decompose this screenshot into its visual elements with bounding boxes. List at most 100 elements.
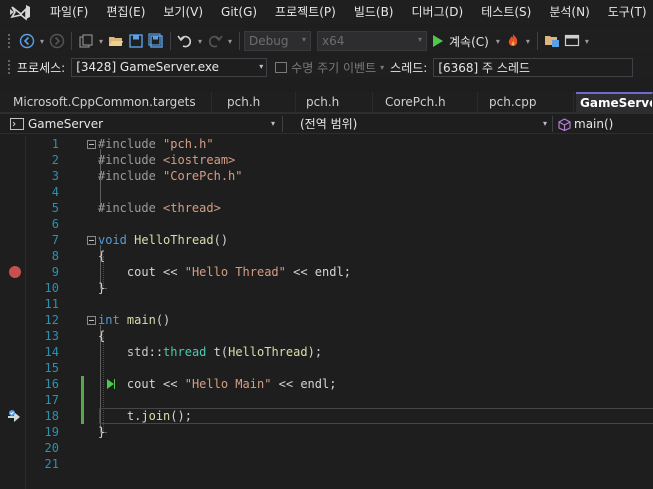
line-number: 8 bbox=[51, 249, 59, 263]
process-select[interactable]: [3428] GameServer.exe ▾ bbox=[71, 57, 268, 77]
thread-select[interactable]: [6368] 주 스레드 bbox=[433, 57, 634, 77]
toolbar-separator bbox=[239, 32, 240, 50]
menu-build[interactable]: 빌드(B) bbox=[345, 0, 403, 24]
solution-configuration-select[interactable]: Debug ▾ bbox=[244, 31, 311, 51]
tab-label: CorePch.h bbox=[385, 95, 446, 109]
method-cube-icon bbox=[558, 118, 571, 131]
redo-dropdown-icon[interactable]: ▾ bbox=[225, 37, 235, 46]
undo-dropdown-icon[interactable]: ▾ bbox=[195, 37, 205, 46]
play-icon bbox=[433, 35, 443, 47]
continue-dropdown-icon[interactable]: ▾ bbox=[493, 37, 503, 46]
tab-label: Microsoft.CppCommon.targets bbox=[13, 95, 196, 109]
redo-icon[interactable] bbox=[205, 31, 225, 51]
menu-analyze[interactable]: 분석(N) bbox=[540, 0, 598, 24]
menu-debug[interactable]: 디버그(D) bbox=[403, 0, 473, 24]
line-number: 3 bbox=[51, 169, 59, 183]
line-number: 16 bbox=[44, 377, 59, 391]
collapse-icon[interactable] bbox=[87, 140, 96, 149]
menu-file[interactable]: 파일(F) bbox=[41, 0, 97, 24]
hot-reload-icon[interactable] bbox=[503, 31, 523, 51]
thread-label: 스레드: bbox=[390, 60, 428, 75]
save-icon[interactable] bbox=[126, 31, 146, 51]
tab-pch-h[interactable]: pch.h bbox=[216, 92, 296, 112]
new-project-icon[interactable] bbox=[76, 31, 96, 51]
code-line: 7 void HelloThread() bbox=[0, 232, 653, 248]
navbar-separator bbox=[552, 116, 553, 132]
save-all-icon[interactable] bbox=[146, 31, 166, 51]
line-number: 21 bbox=[44, 457, 59, 471]
code-line: 2 #include <iostream> bbox=[0, 152, 653, 168]
solution-configuration-value: Debug bbox=[249, 34, 289, 48]
code-line: 9 cout << "Hello Thread" << endl; bbox=[0, 264, 653, 280]
menu-test[interactable]: 테스트(S) bbox=[472, 0, 540, 24]
menu-project[interactable]: 프로젝트(P) bbox=[266, 0, 345, 24]
solution-platform-select[interactable]: x64 ▾ bbox=[317, 31, 427, 51]
solution-explorer-icon[interactable] bbox=[542, 31, 562, 51]
navigation-bar: GameServer ▾ (전역 범위) ▾ main() bbox=[0, 114, 653, 134]
toolbar-separator bbox=[71, 32, 72, 50]
tab-pch-cpp[interactable]: pch.cpp bbox=[478, 92, 574, 112]
line-number: 9 bbox=[51, 265, 59, 279]
code-line: 16 cout << "Hello Main" << endl; bbox=[0, 376, 653, 392]
menu-git[interactable]: Git(G) bbox=[212, 0, 266, 24]
hot-reload-dropdown-icon[interactable]: ▾ bbox=[523, 37, 533, 46]
code-line: 12 int main() bbox=[0, 312, 653, 328]
member-select[interactable]: main() bbox=[556, 115, 653, 133]
back-icon[interactable] bbox=[17, 31, 37, 51]
line-text: #include <thread> bbox=[98, 201, 221, 215]
menu-view[interactable]: 보기(V) bbox=[154, 0, 212, 24]
window-layout-icon[interactable] bbox=[562, 31, 582, 51]
code-line: 13 { bbox=[0, 328, 653, 344]
code-line: 8 { bbox=[0, 248, 653, 264]
window-layout-dropdown-icon[interactable]: ▾ bbox=[582, 37, 592, 46]
line-number: 7 bbox=[51, 233, 59, 247]
project-value: GameServer bbox=[28, 117, 104, 131]
project-select[interactable]: GameServer ▾ bbox=[6, 115, 278, 133]
line-number: 5 bbox=[51, 201, 59, 215]
back-dropdown-icon[interactable]: ▾ bbox=[37, 37, 47, 46]
line-text: #include "CorePch.h" bbox=[98, 169, 243, 183]
forward-icon[interactable] bbox=[47, 31, 67, 51]
tab-gameserver-cpp[interactable]: GameServer.cpp bbox=[576, 92, 653, 112]
chevron-down-icon: ▾ bbox=[542, 119, 547, 128]
chevron-down-icon: ▾ bbox=[301, 35, 306, 44]
line-number: 1 bbox=[51, 137, 59, 151]
menu-edit[interactable]: 편집(E) bbox=[97, 0, 154, 24]
new-project-dropdown-icon[interactable]: ▾ bbox=[96, 37, 106, 46]
code-line: 15 bbox=[0, 360, 653, 376]
lifecycle-events-icon bbox=[275, 61, 288, 73]
line-number: 6 bbox=[51, 217, 59, 231]
open-folder-icon[interactable] bbox=[106, 31, 126, 51]
current-statement-marker-icon[interactable] bbox=[7, 409, 23, 423]
line-number: 20 bbox=[44, 441, 59, 455]
menu-bar: 파일(F) 편집(E) 보기(V) Git(G) 프로젝트(P) 빌드(B) 디… bbox=[0, 0, 653, 24]
line-number: 11 bbox=[44, 297, 59, 311]
line-number: 13 bbox=[44, 329, 59, 343]
lifecycle-events-label: 수명 주기 이벤트 bbox=[291, 60, 377, 75]
tab-pch-h-2[interactable]: pch.h bbox=[295, 92, 373, 112]
breakpoint-icon[interactable] bbox=[9, 266, 21, 278]
tab-corepch-h[interactable]: CorePch.h bbox=[374, 92, 478, 112]
scope-select[interactable]: (전역 범위) ▾ bbox=[294, 115, 550, 133]
toolbar-grip[interactable] bbox=[7, 59, 11, 75]
line-number: 19 bbox=[44, 425, 59, 439]
undo-icon[interactable] bbox=[175, 31, 195, 51]
line-number: 15 bbox=[44, 361, 59, 375]
visual-studio-logo-icon[interactable] bbox=[9, 3, 31, 21]
line-number: 18 bbox=[44, 409, 59, 423]
member-value: main() bbox=[574, 117, 614, 131]
line-text: cout << "Hello Thread" << endl; bbox=[126, 265, 351, 279]
code-editor[interactable]: 1 #include "pch.h" 2 #include <iostream>… bbox=[0, 136, 653, 489]
collapse-icon[interactable] bbox=[87, 316, 96, 325]
code-line: 10 } bbox=[0, 280, 653, 296]
menu-tools[interactable]: 도구(T) bbox=[599, 0, 653, 24]
line-number: 12 bbox=[44, 313, 59, 327]
line-number: 10 bbox=[44, 281, 59, 295]
lifecycle-events-button[interactable]: 수명 주기 이벤트 ▾ bbox=[275, 59, 384, 76]
code-line: 19 } bbox=[0, 424, 653, 440]
tab-microsoft-cppcommon-targets[interactable]: Microsoft.CppCommon.targets bbox=[2, 92, 212, 112]
code-line: 5 #include <thread> bbox=[0, 200, 653, 216]
continue-button[interactable]: 계속(C) ▾ bbox=[433, 33, 503, 50]
toolbar-grip[interactable] bbox=[7, 33, 11, 49]
collapse-icon[interactable] bbox=[87, 236, 96, 245]
